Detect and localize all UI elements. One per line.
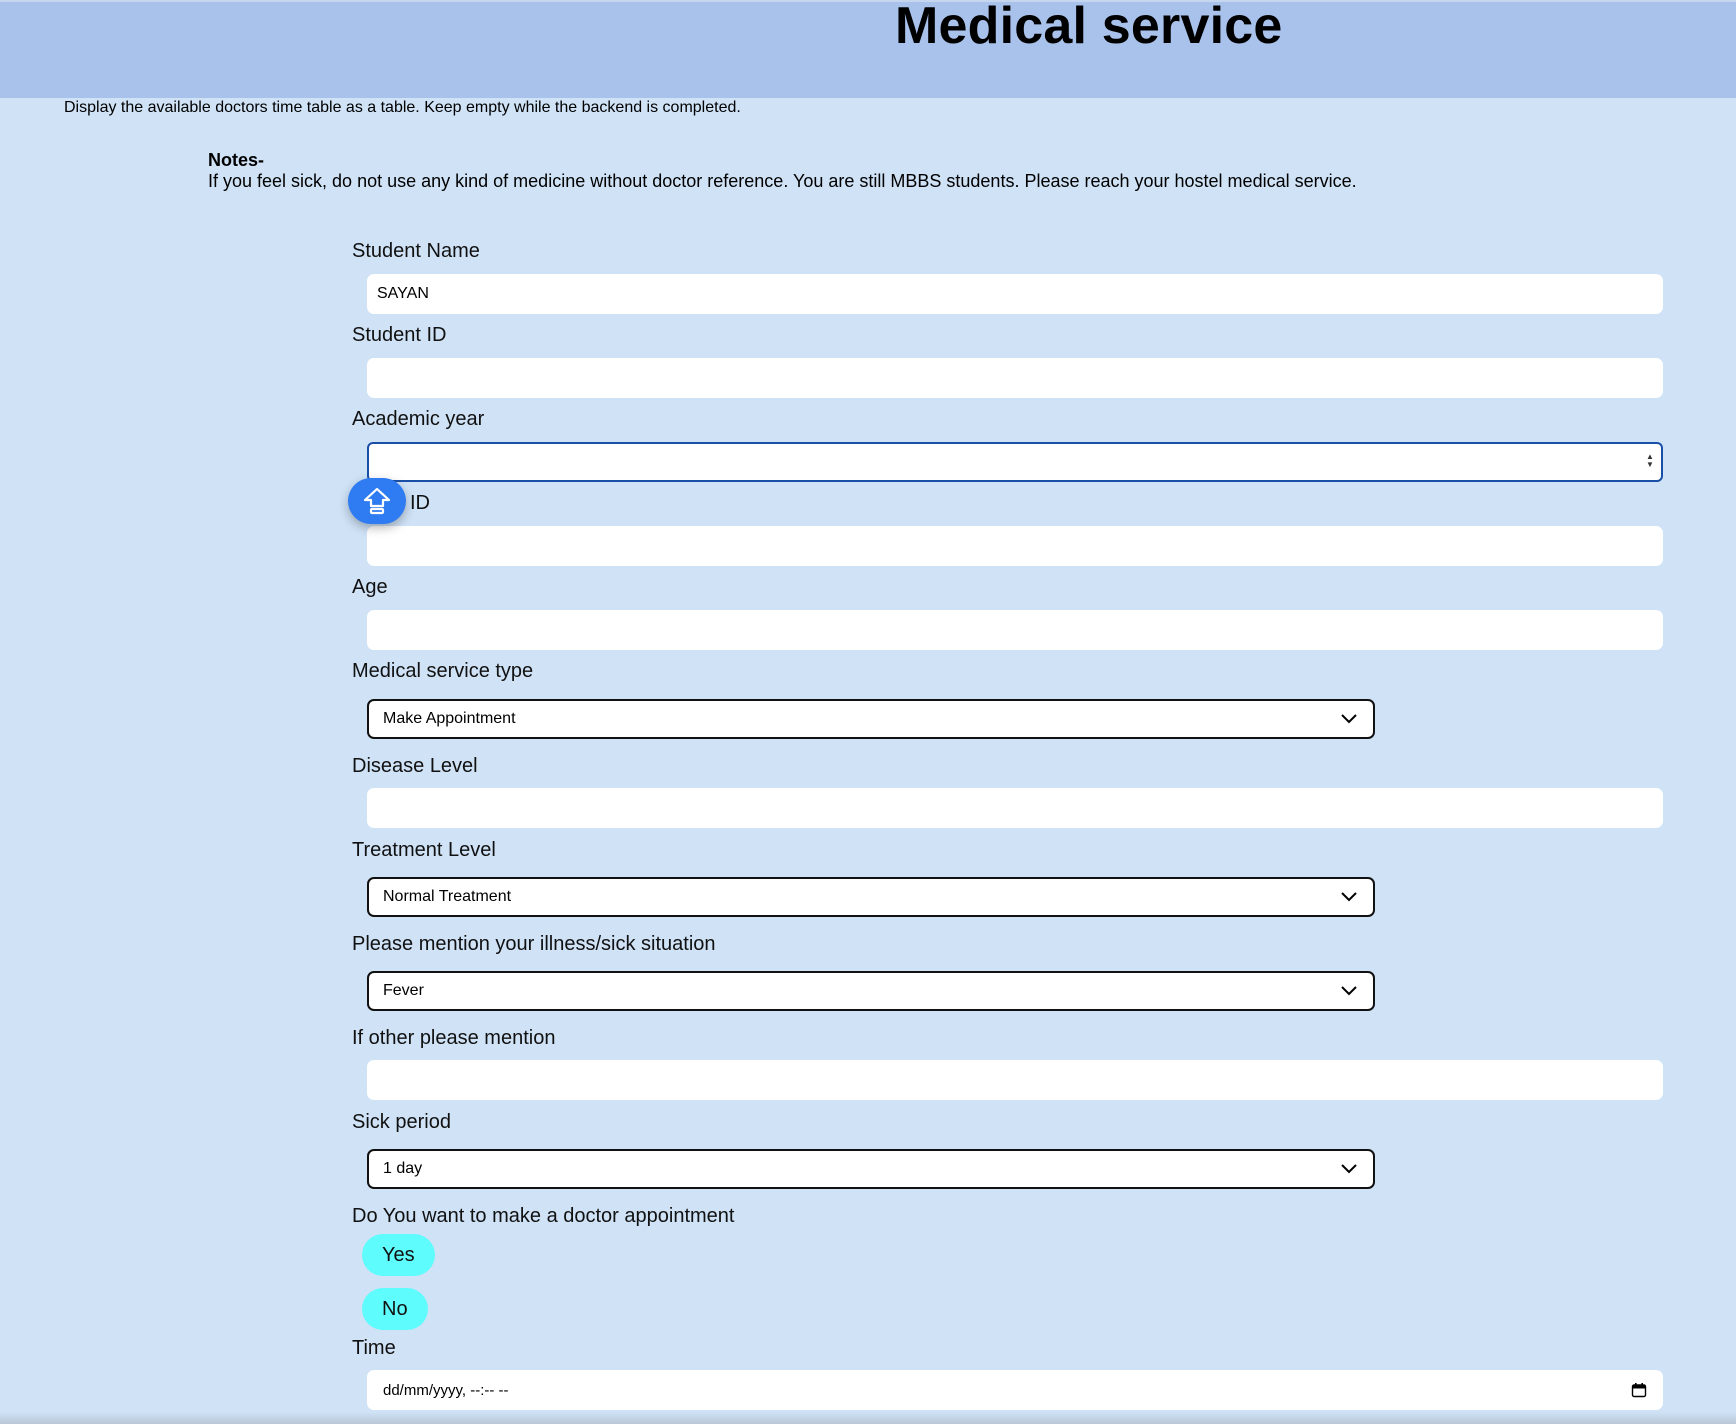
chevron-down-icon (1341, 986, 1357, 996)
academic-year-label: Academic year (352, 408, 485, 430)
time-input[interactable]: dd/mm/yyyy, --:-- -- (367, 1370, 1663, 1410)
treatment-level-value: Normal Treatment (383, 888, 512, 905)
notes-title: Notes- (208, 150, 265, 170)
chevron-down-icon (1341, 1164, 1357, 1174)
illness-label: Please mention your illness/sick situati… (352, 933, 716, 955)
age-label: Age (352, 576, 388, 598)
chevron-down-icon (1341, 714, 1357, 724)
id-input[interactable] (367, 526, 1663, 566)
academic-year-input[interactable]: ▲ ▼ (367, 442, 1663, 482)
notes-block: Notes- If you feel sick, do not use any … (208, 150, 1357, 192)
page-title: Medical service (895, 0, 1283, 55)
calendar-icon[interactable] (1631, 1382, 1647, 1398)
yes-button[interactable]: Yes (362, 1234, 435, 1276)
treatment-level-label: Treatment Level (352, 839, 496, 861)
number-spinner-icon[interactable]: ▲ ▼ (1645, 453, 1655, 471)
time-label: Time (352, 1337, 396, 1359)
scroll-top-button[interactable] (348, 478, 406, 524)
service-type-label: Medical service type (352, 660, 534, 682)
service-type-select[interactable]: Make Appointment (367, 699, 1375, 739)
page-header: Medical service (0, 0, 1736, 98)
chevron-down-icon (1341, 892, 1357, 902)
illness-value: Fever (383, 982, 424, 999)
instruction-text: Display the available doctors time table… (64, 99, 741, 116)
id-label: ID (410, 492, 430, 514)
notes-text: If you feel sick, do not use any kind of… (208, 171, 1357, 191)
other-input[interactable] (367, 1060, 1663, 1100)
no-button[interactable]: No (362, 1288, 428, 1330)
student-name-value: SAYAN (377, 285, 429, 302)
illness-select[interactable]: Fever (367, 971, 1375, 1011)
time-placeholder: dd/mm/yyyy, --:-- -- (383, 1381, 509, 1399)
student-id-input[interactable] (367, 358, 1663, 398)
disease-level-input[interactable] (367, 788, 1663, 828)
sick-period-select[interactable]: 1 day (367, 1149, 1375, 1189)
treatment-level-select[interactable]: Normal Treatment (367, 877, 1375, 917)
student-name-label: Student Name (352, 240, 480, 262)
student-id-label: Student ID (352, 324, 447, 346)
bottom-edge (0, 1412, 1736, 1424)
home-up-arrow-icon (363, 487, 391, 515)
appointment-label: Do You want to make a doctor appointment (352, 1205, 735, 1227)
sick-period-label: Sick period (352, 1111, 451, 1133)
other-label: If other please mention (352, 1027, 556, 1049)
service-type-value: Make Appointment (383, 710, 516, 727)
age-input[interactable] (367, 610, 1663, 650)
student-name-input[interactable]: SAYAN (367, 274, 1663, 314)
sick-period-value: 1 day (383, 1160, 423, 1177)
disease-level-label: Disease Level (352, 755, 478, 777)
